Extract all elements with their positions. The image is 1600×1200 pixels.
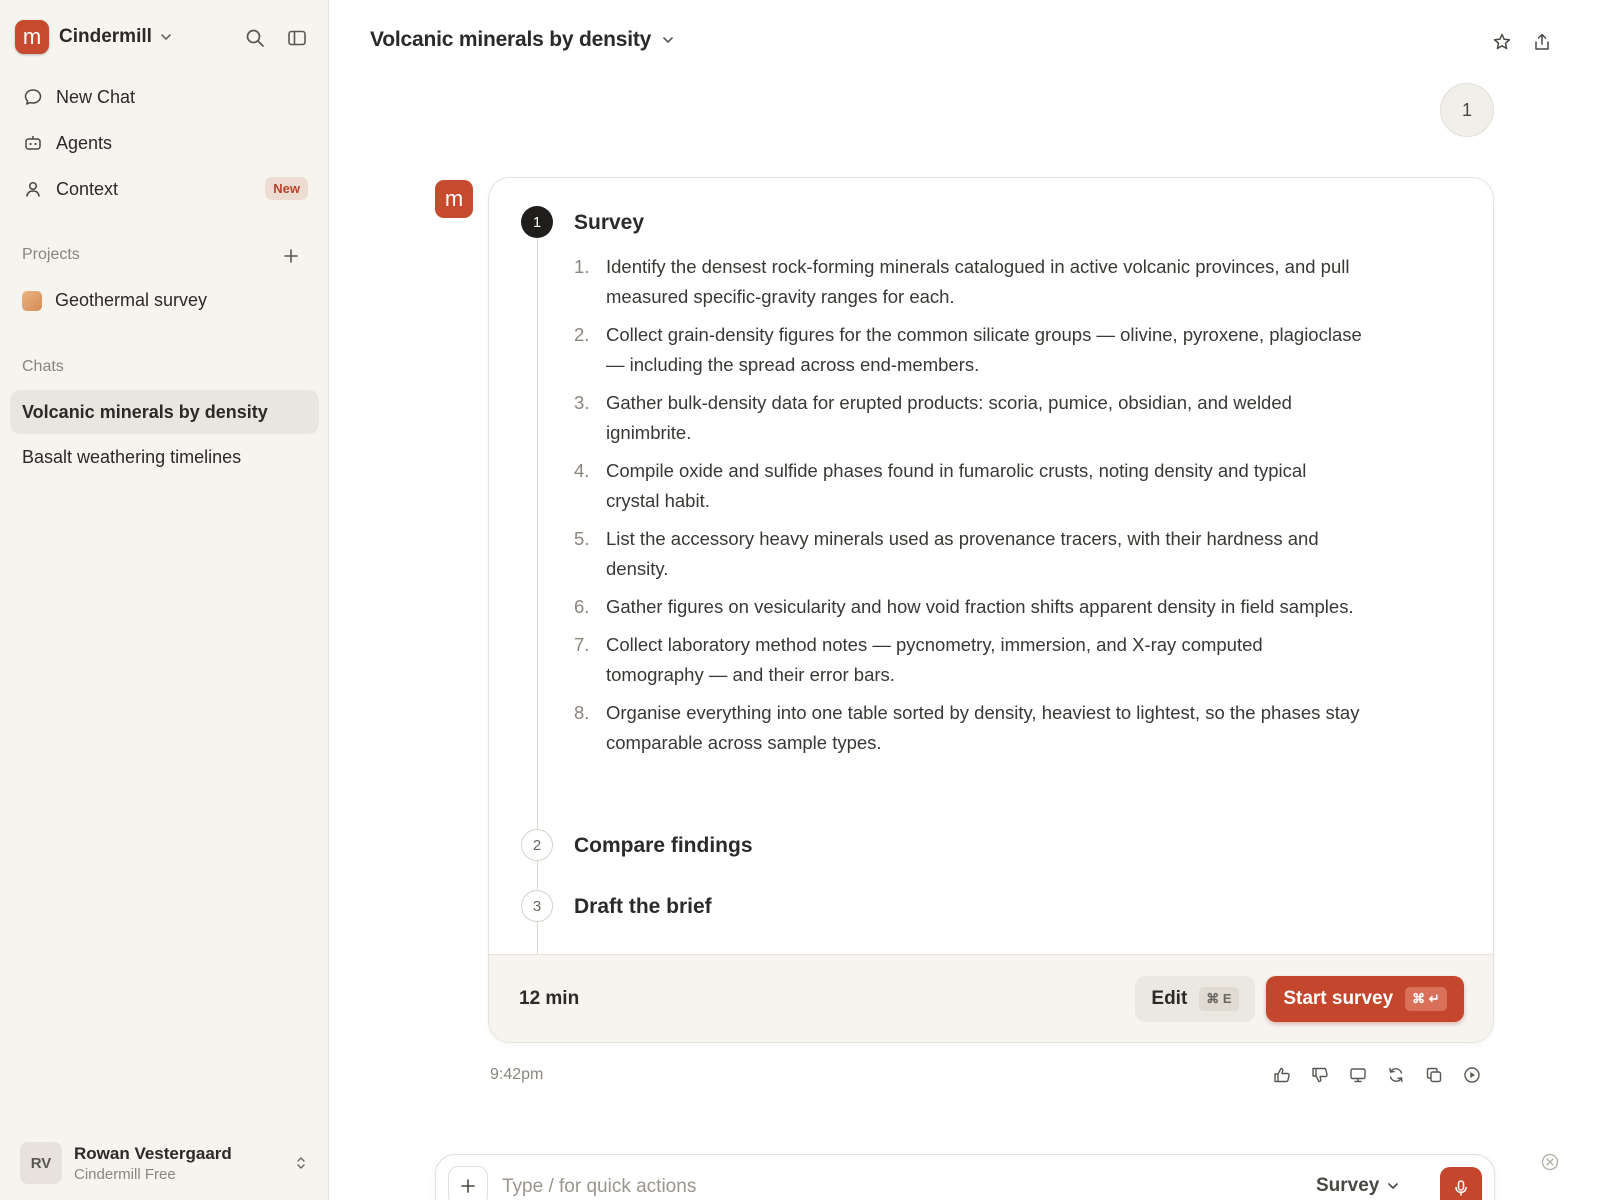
projects-heading: Projects bbox=[22, 246, 80, 263]
star-icon[interactable] bbox=[1490, 30, 1514, 54]
workspace-name: Cindermill bbox=[59, 26, 152, 47]
chat-item[interactable]: Basalt weathering timelines bbox=[10, 435, 319, 479]
user-message-bubble: 1 bbox=[1440, 83, 1494, 137]
list-item: 7. Collect laboratory method notes — pycn… bbox=[574, 630, 1364, 690]
chat-item-active[interactable]: Volcanic minerals by density bbox=[10, 390, 319, 434]
monitor-icon[interactable] bbox=[1347, 1064, 1369, 1086]
add-project-button[interactable] bbox=[280, 245, 302, 267]
microphone-button[interactable] bbox=[1440, 1167, 1482, 1200]
new-badge: New bbox=[265, 177, 308, 200]
nav-agents[interactable]: Agents bbox=[22, 123, 308, 163]
start-survey-button[interactable]: Start survey ⌘ ↵ bbox=[1266, 976, 1464, 1022]
start-shortcut: ⌘ ↵ bbox=[1405, 987, 1447, 1011]
chevron-down-icon bbox=[661, 33, 675, 47]
account-menu[interactable]: RV Rowan Vestergaard Cindermill Free bbox=[20, 1142, 310, 1184]
list-item: 3. Gather bulk-density data for erupted p… bbox=[574, 388, 1364, 448]
list-item: 8. Organise everything into one table sor… bbox=[574, 698, 1364, 758]
step-number: 3 bbox=[521, 890, 553, 922]
robot-icon bbox=[22, 132, 44, 154]
chat-main: Volcanic minerals by density 1 m 1 Surve… bbox=[330, 0, 1600, 1200]
sidebar-toggle-icon[interactable] bbox=[285, 26, 309, 50]
step-number-active: 1 bbox=[521, 206, 553, 238]
chats-heading: Chats bbox=[22, 358, 64, 375]
share-icon[interactable] bbox=[1530, 30, 1554, 54]
list-item: 5. List the accessory heavy minerals used… bbox=[574, 524, 1364, 584]
avatar: RV bbox=[20, 1142, 62, 1184]
nav-label: Context bbox=[56, 178, 119, 199]
person-icon bbox=[22, 178, 44, 200]
nav-context[interactable]: Context New bbox=[22, 169, 308, 209]
chat-title-menu[interactable]: Volcanic minerals by density bbox=[370, 28, 675, 52]
list-number: 2. bbox=[574, 324, 590, 345]
step-number: 2 bbox=[521, 829, 553, 861]
mode-label: Survey bbox=[1316, 1175, 1380, 1196]
edit-plan-button[interactable]: Edit ⌘ E bbox=[1135, 976, 1255, 1022]
list-item: 1. Identify the densest rock-forming mine… bbox=[574, 252, 1364, 312]
task-text: List the accessory heavy minerals used a… bbox=[606, 528, 1319, 579]
message-composer: Survey bbox=[435, 1154, 1495, 1200]
assistant-avatar: m bbox=[435, 180, 473, 218]
microphone-icon bbox=[1455, 1180, 1467, 1196]
chat-label: Volcanic minerals by density bbox=[22, 401, 268, 422]
step-title: Survey bbox=[574, 211, 645, 234]
task-text: Compile oxide and sulfide phases found i… bbox=[606, 460, 1307, 511]
message-timestamp: 9:42pm bbox=[490, 1066, 544, 1083]
edit-shortcut: ⌘ E bbox=[1199, 987, 1239, 1011]
task-text: Gather bulk-density data for erupted pro… bbox=[606, 392, 1292, 443]
edit-label: Edit bbox=[1151, 988, 1188, 1009]
list-item: 2. Collect grain-density figures for the … bbox=[574, 320, 1364, 380]
app-logo: m bbox=[15, 20, 49, 54]
sidebar: m Cindermill New Chat Agents Context New… bbox=[0, 0, 329, 1200]
play-icon[interactable] bbox=[1461, 1064, 1483, 1086]
task-list: 1. Identify the densest rock-forming mine… bbox=[574, 252, 1364, 766]
step-title: Compare findings bbox=[574, 834, 753, 857]
project-label: Geothermal survey bbox=[55, 290, 208, 310]
list-number: 6. bbox=[574, 596, 590, 617]
user-name: Rowan Vestergaard bbox=[74, 1143, 232, 1163]
workspace-switcher[interactable]: m Cindermill bbox=[15, 20, 172, 54]
list-number: 8. bbox=[574, 702, 590, 723]
chevron-down-icon bbox=[1387, 1180, 1399, 1192]
chevron-down-icon bbox=[160, 31, 172, 43]
step-title: Draft the brief bbox=[574, 895, 712, 918]
list-number: 5. bbox=[574, 528, 590, 549]
list-number: 1. bbox=[574, 256, 590, 277]
timeline-connector bbox=[537, 238, 538, 1042]
message-input[interactable] bbox=[502, 1173, 1202, 1200]
user-plan: Cindermill Free bbox=[74, 1165, 176, 1183]
task-text: Organise everything into one table sorte… bbox=[606, 702, 1360, 753]
nav-label: New Chat bbox=[56, 86, 136, 107]
copy-icon[interactable] bbox=[1423, 1064, 1445, 1086]
list-item: 4. Compile oxide and sulfide phases found… bbox=[574, 456, 1364, 516]
task-text: Collect grain-density figures for the co… bbox=[606, 324, 1362, 375]
start-label: Start survey bbox=[1283, 988, 1394, 1009]
list-item: 6. Gather figures on vesicularity and how… bbox=[574, 592, 1364, 622]
project-item[interactable]: Geothermal survey bbox=[22, 290, 207, 311]
chevron-up-down-icon bbox=[292, 1152, 310, 1174]
task-text: Gather figures on vesicularity and how v… bbox=[606, 596, 1354, 617]
task-text: Collect laboratory method notes — pycnom… bbox=[606, 634, 1263, 685]
list-number: 3. bbox=[574, 392, 590, 413]
task-text: Identify the densest rock-forming minera… bbox=[606, 256, 1350, 307]
list-number: 7. bbox=[574, 634, 590, 655]
plan-footer: 12 min Edit ⌘ E Start survey ⌘ ↵ bbox=[489, 954, 1493, 1042]
search-icon[interactable] bbox=[243, 26, 267, 50]
mode-select[interactable]: Survey bbox=[1316, 1175, 1399, 1197]
attach-button[interactable] bbox=[448, 1166, 488, 1200]
thumbs-up-icon[interactable] bbox=[1271, 1064, 1293, 1086]
chat-label: Basalt weathering timelines bbox=[22, 446, 242, 467]
chat-bubble-icon bbox=[22, 86, 44, 108]
page-title: Volcanic minerals by density bbox=[370, 28, 652, 51]
project-color-swatch bbox=[22, 290, 42, 311]
plus-icon bbox=[284, 249, 298, 263]
plus-icon bbox=[461, 1179, 475, 1193]
retry-icon[interactable] bbox=[1385, 1064, 1407, 1086]
nav-label: Agents bbox=[56, 132, 113, 153]
close-circle-icon[interactable] bbox=[1540, 1152, 1560, 1172]
nav-new-chat[interactable]: New Chat bbox=[22, 77, 308, 117]
estimated-duration: 12 min bbox=[519, 988, 580, 1009]
research-plan-card: 1 Survey 1. Identify the densest rock-for… bbox=[488, 177, 1494, 1043]
thumbs-down-icon[interactable] bbox=[1309, 1064, 1331, 1086]
list-number: 4. bbox=[574, 460, 590, 481]
